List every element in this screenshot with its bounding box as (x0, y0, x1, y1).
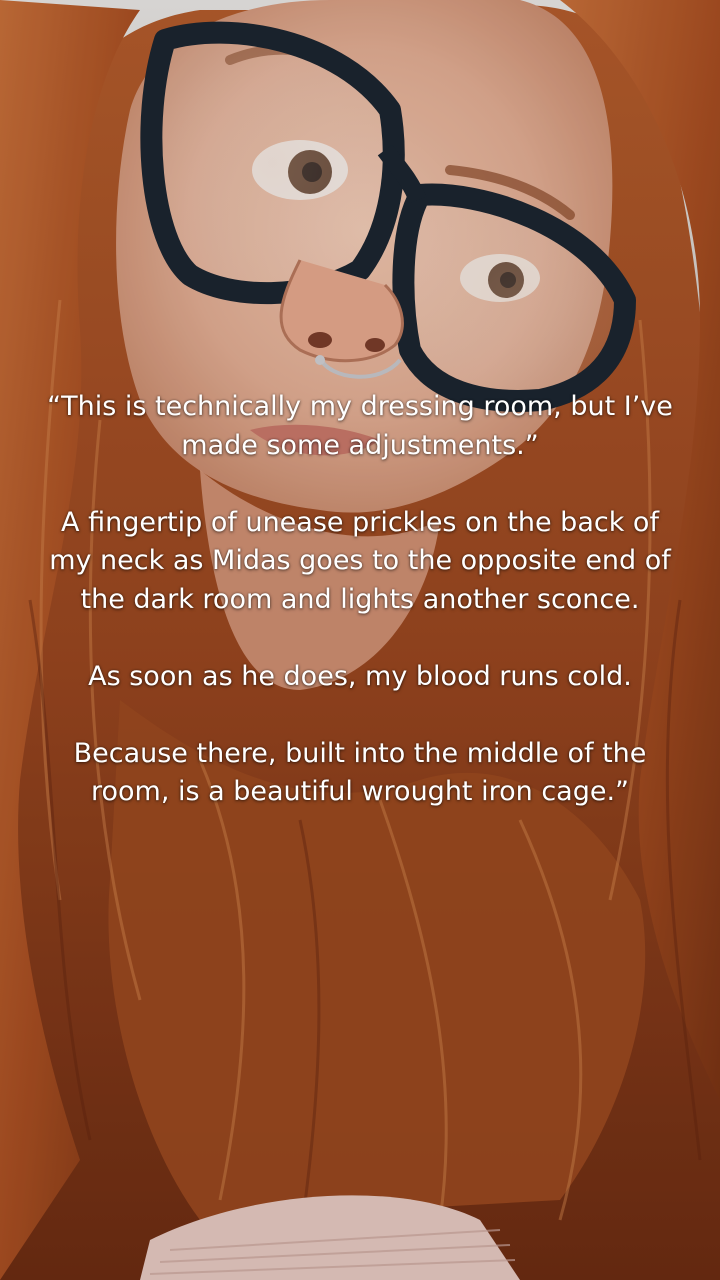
caption-paragraph-1: “This is technically my dressing room, b… (47, 391, 673, 461)
story-caption: “This is technically my dressing room, b… (40, 388, 680, 812)
video-frame: “This is technically my dressing room, b… (0, 0, 720, 1280)
caption-paragraph-2: A fingertip of unease prickles on the ba… (49, 506, 671, 615)
caption-paragraph-3: As soon as he does, my blood runs cold. (88, 660, 632, 692)
caption-paragraph-4: Because there, built into the middle of … (73, 737, 647, 808)
